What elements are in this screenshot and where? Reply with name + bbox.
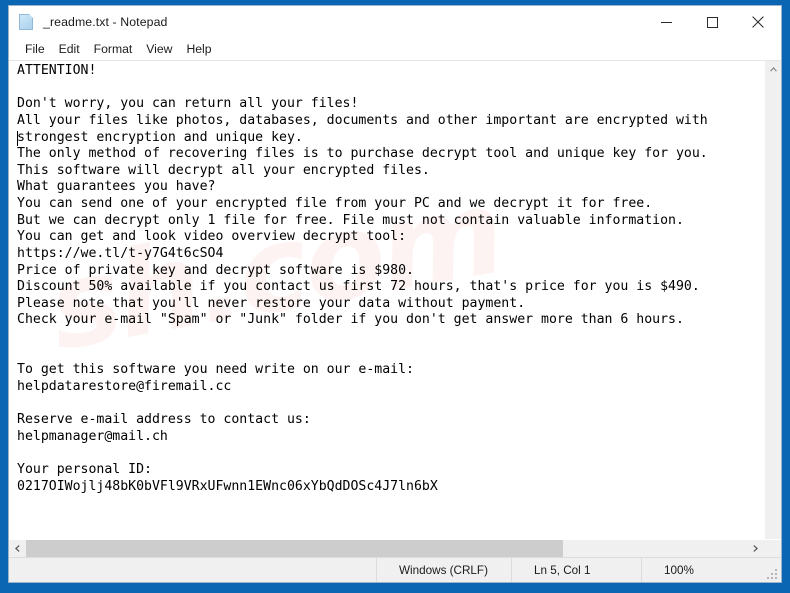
title-bar[interactable]: _readme.txt - Notepad — [9, 6, 781, 38]
window-title: _readme.txt - Notepad — [43, 15, 168, 29]
status-bar: Windows (CRLF) Ln 5, Col 1 100% — [9, 557, 781, 582]
resize-grip-icon[interactable] — [767, 569, 777, 579]
text-canvas[interactable]: sh.com ATTENTION! Don't worry, you can r… — [9, 61, 764, 539]
menu-item-format[interactable]: Format — [87, 39, 140, 59]
status-cursor-position: Ln 5, Col 1 — [511, 558, 641, 582]
chevron-up-icon — [769, 67, 777, 72]
close-icon — [752, 16, 764, 28]
maximize-icon — [706, 16, 718, 28]
vertical-scroll-track[interactable] — [765, 78, 781, 539]
status-spacer — [9, 558, 376, 582]
scroll-left-button[interactable] — [9, 540, 26, 557]
status-encoding: Windows (CRLF) — [376, 558, 511, 582]
text-document-icon — [19, 13, 36, 31]
menu-item-file[interactable]: File — [18, 39, 52, 59]
desktop-background: _readme.txt - Notepad File Edit Format V… — [0, 0, 790, 593]
maximize-button[interactable] — [689, 6, 735, 38]
minimize-button[interactable] — [643, 6, 689, 38]
vertical-scrollbar[interactable] — [764, 61, 781, 539]
scrollbar-corner — [764, 540, 781, 557]
status-zoom-level: 100% — [641, 558, 781, 582]
menu-item-view[interactable]: View — [139, 39, 179, 59]
menu-bar: File Edit Format View Help — [9, 38, 781, 61]
editor-area: sh.com ATTENTION! Don't worry, you can r… — [9, 61, 781, 539]
minimize-icon — [660, 21, 672, 23]
horizontal-scroll-track[interactable] — [26, 540, 747, 557]
scroll-right-button[interactable] — [747, 540, 764, 557]
text-caret — [17, 131, 18, 146]
menu-item-help[interactable]: Help — [179, 39, 218, 59]
note-text[interactable]: ATTENTION! Don't worry, you can return a… — [9, 61, 764, 495]
notepad-window: _readme.txt - Notepad File Edit Format V… — [8, 5, 782, 583]
close-button[interactable] — [735, 6, 781, 38]
chevron-right-icon — [753, 545, 758, 552]
chevron-left-icon — [15, 545, 20, 552]
horizontal-scroll-thumb[interactable] — [26, 540, 563, 557]
status-zoom-label: 100% — [664, 563, 694, 577]
menu-item-edit[interactable]: Edit — [52, 39, 87, 59]
horizontal-scrollbar[interactable] — [9, 539, 781, 557]
scroll-up-button[interactable] — [765, 61, 781, 78]
window-controls — [643, 6, 781, 38]
